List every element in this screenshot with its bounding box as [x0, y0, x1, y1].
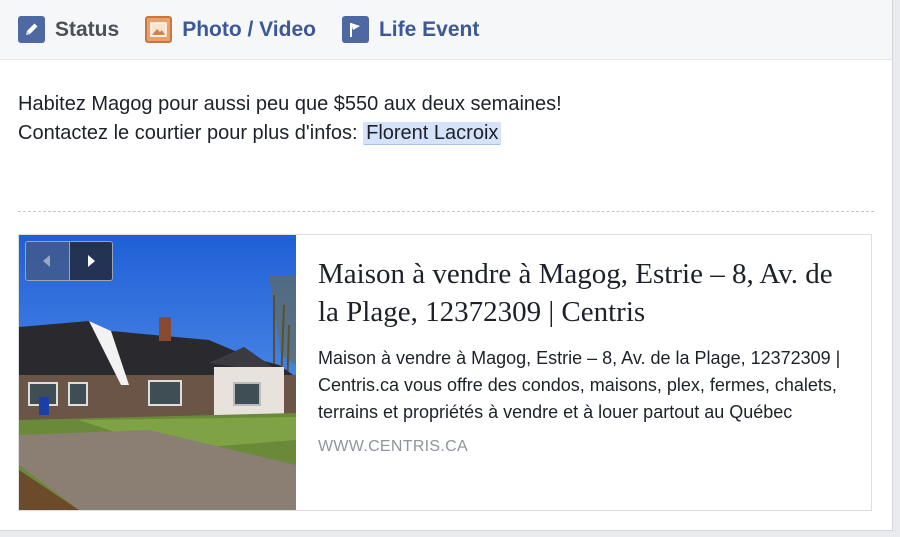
photo-icon — [145, 16, 173, 43]
tab-status[interactable]: Status — [18, 16, 119, 43]
divider — [18, 211, 874, 212]
mention-tag[interactable]: Florent Lacroix — [363, 122, 502, 145]
pencil-icon — [18, 16, 45, 43]
link-preview-description: Maison à vendre à Magog, Estrie – 8, Av.… — [318, 348, 841, 422]
post-composer: Status Photo / Video Life Event Habitez … — [0, 0, 893, 531]
link-preview-domain: WWW.CENTRIS.CA — [318, 438, 468, 455]
post-line-1: Habitez Magog pour aussi peu que $550 au… — [18, 93, 562, 115]
tab-life-event-label: Life Event — [378, 17, 480, 41]
post-line-2-text: Contactez le courtier pour plus d'infos: — [18, 122, 364, 144]
post-text-input[interactable]: Habitez Magog pour aussi peu que $550 au… — [18, 90, 562, 148]
tab-status-label: Status — [55, 17, 120, 41]
chevron-right-icon — [87, 255, 95, 267]
chevron-left-icon — [43, 255, 51, 267]
tab-photo-video-label: Photo / Video — [182, 17, 316, 41]
tab-life-event[interactable]: Life Event — [341, 16, 480, 43]
carousel-next-button[interactable] — [68, 242, 112, 280]
flag-icon — [341, 16, 369, 43]
carousel-nav — [25, 241, 113, 281]
link-preview-body: Maison à vendre à Magog, Estrie – 8, Av.… — [296, 235, 871, 510]
house-photo — [19, 235, 296, 510]
carousel-prev-button[interactable] — [26, 242, 69, 280]
link-preview-title[interactable]: Maison à vendre à Magog, Estrie – 8, Av.… — [318, 255, 851, 331]
tab-photo-video[interactable]: Photo / Video — [145, 16, 316, 43]
composer-tabs: Status Photo / Video Life Event — [0, 0, 892, 60]
post-line-2: Contactez le courtier pour plus d'infos:… — [18, 119, 562, 148]
link-preview-card[interactable]: Maison à vendre à Magog, Estrie – 8, Av.… — [18, 234, 872, 511]
